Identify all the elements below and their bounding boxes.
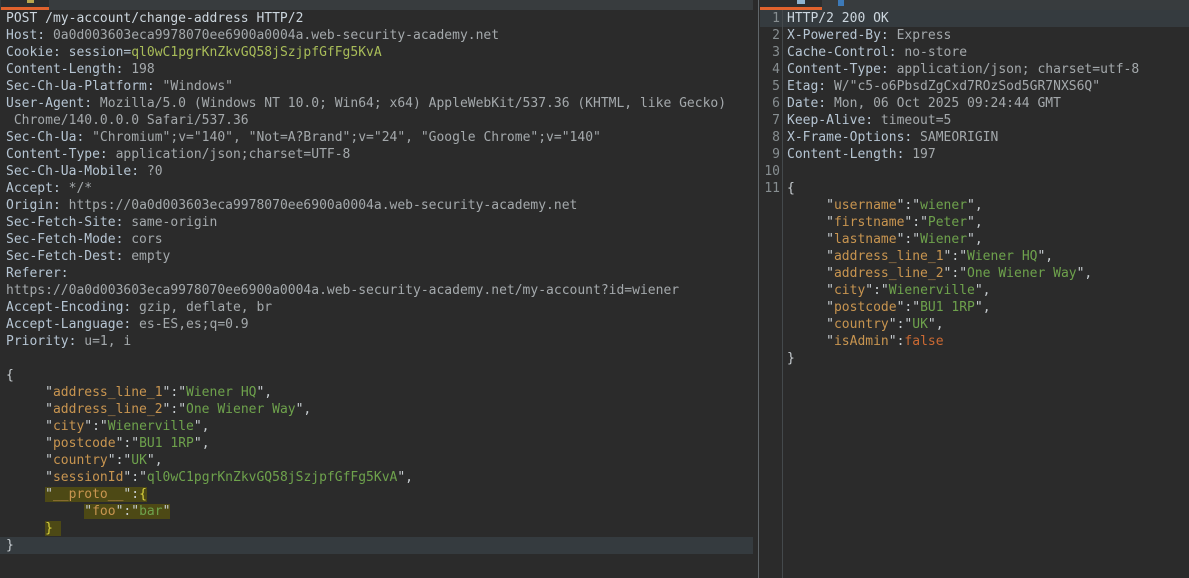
code-line[interactable]: "sessionId":"ql0wC1pgrKnZkvGQ58jSzjpfGfF…: [0, 469, 753, 486]
code-line[interactable]: Origin: https://0a0d003603eca9978070ee69…: [0, 197, 753, 214]
code-line[interactable]: "lastname":"Wiener",: [760, 231, 1189, 248]
code-line[interactable]: Accept-Encoding: gzip, deflate, br: [0, 299, 753, 316]
search-match-highlight: "foo":"bar": [84, 504, 171, 519]
code-line[interactable]: Chrome/140.0.0.0 Safari/537.36: [0, 112, 753, 129]
http-message-editor: POST /my-account/change-address HTTP/2 Ho…: [0, 0, 1189, 578]
code-line[interactable]: User-Agent: Mozilla/5.0 (Windows NT 10.0…: [0, 95, 753, 112]
code-line[interactable]: {: [0, 367, 753, 384]
code-line[interactable]: 5 Etag: W/"c5-o6PbsdZgCxd7ROzSod5GR7NXS6Q…: [760, 78, 1189, 95]
code-line[interactable]: "firstname":"Peter",: [760, 214, 1189, 231]
code-line[interactable]: Content-Type: application/json;charset=U…: [0, 146, 753, 163]
code-line[interactable]: "username":"wiener",: [760, 197, 1189, 214]
line-number: 1: [772, 11, 780, 26]
line-number: 10: [764, 164, 780, 179]
code-line[interactable]: }: [0, 520, 753, 537]
code-line[interactable]: "__proto__":{: [0, 486, 753, 503]
code-line[interactable]: Accept-Language: es-ES,es;q=0.9: [0, 316, 753, 333]
code-line[interactable]: "city":"Wienerville",: [760, 282, 1189, 299]
code-line[interactable]: 2 X-Powered-By: Express: [760, 27, 1189, 44]
code-line[interactable]: 3 Cache-Control: no-store: [760, 44, 1189, 61]
code-line[interactable]: "foo":"bar": [0, 503, 753, 520]
code-line[interactable]: Sec-Fetch-Site: same-origin: [0, 214, 753, 231]
code-line[interactable]: }: [760, 350, 1189, 367]
code-line[interactable]: Sec-Fetch-Mode: cors: [0, 231, 753, 248]
search-match-highlight: }: [45, 521, 61, 536]
code-line[interactable]: Accept: */*: [0, 180, 753, 197]
line-number: 2: [772, 28, 780, 43]
code-line[interactable]: 8 X-Frame-Options: SAMEORIGIN: [760, 129, 1189, 146]
code-line[interactable]: Sec-Ch-Ua-Platform: "Windows": [0, 78, 753, 95]
line-number: 8: [772, 130, 780, 145]
request-tab-label-fragment: [27, 0, 34, 3]
code-line[interactable]: "postcode":"BU1 1RP",: [760, 299, 1189, 316]
line-number: 3: [772, 45, 780, 60]
code-line[interactable]: [0, 350, 753, 367]
code-line[interactable]: 9 Content-Length: 197: [760, 146, 1189, 163]
code-line[interactable]: "isAdmin":false: [760, 333, 1189, 350]
line-number: 4: [772, 62, 780, 77]
tab-bar: [0, 0, 1189, 10]
request-tab[interactable]: [1, 0, 49, 10]
code-line[interactable]: "city":"Wienerville",: [0, 418, 753, 435]
search-match-highlight: "__proto__":{: [45, 487, 147, 502]
code-line[interactable]: "country":"UK",: [0, 452, 753, 469]
code-line[interactable]: Cookie: session=ql0wC1pgrKnZkvGQ58jSzjpf…: [0, 44, 753, 61]
code-line[interactable]: 6 Date: Mon, 06 Oct 2025 09:24:44 GMT: [760, 95, 1189, 112]
code-line[interactable]: "address_line_1":"Wiener HQ",: [0, 384, 753, 401]
line-number: 7: [772, 113, 780, 128]
code-line[interactable]: 1 HTTP/2 200 OK: [760, 10, 1189, 27]
line-number: 6: [772, 96, 780, 111]
code-line[interactable]: Content-Length: 198: [0, 61, 753, 78]
code-line[interactable]: Referer:: [0, 265, 753, 282]
code-line[interactable]: 4 Content-Type: application/json; charset…: [760, 61, 1189, 78]
line-number: 5: [772, 79, 780, 94]
code-line[interactable]: "country":"UK",: [760, 316, 1189, 333]
code-line[interactable]: }: [0, 537, 753, 554]
response-viewer[interactable]: 1 HTTP/2 200 OK 2 X-Powered-By: Express 3 Cac…: [760, 10, 1189, 578]
code-line[interactable]: Sec-Fetch-Dest: empty: [0, 248, 753, 265]
code-line[interactable]: "postcode":"BU1 1RP",: [0, 435, 753, 452]
tab-icon-fragment: [838, 0, 844, 6]
code-line[interactable]: Priority: u=1, i: [0, 333, 753, 350]
code-line[interactable]: https://0a0d003603eca9978070ee6900a0004a…: [0, 282, 753, 299]
panel-divider-line: [758, 0, 759, 578]
code-line[interactable]: "address_line_2":"One Wiener Way",: [760, 265, 1189, 282]
code-line[interactable]: POST /my-account/change-address HTTP/2: [0, 10, 753, 27]
code-line[interactable]: 10: [760, 163, 1189, 180]
line-number: 9: [772, 147, 780, 162]
response-tab-label-fragment: [797, 0, 805, 4]
code-line[interactable]: 11{: [760, 180, 1189, 197]
request-code: POST /my-account/change-address HTTP/2 Ho…: [0, 10, 753, 554]
code-line[interactable]: "address_line_2":"One Wiener Way",: [0, 401, 753, 418]
code-line[interactable]: "address_line_1":"Wiener HQ",: [760, 248, 1189, 265]
code-line[interactable]: Host: 0a0d003603eca9978070ee6900a0004a.w…: [0, 27, 753, 44]
code-line[interactable]: Sec-Ch-Ua: "Chromium";v="140", "Not=A?Br…: [0, 129, 753, 146]
gutter-divider-line: [782, 10, 783, 578]
code-line[interactable]: 7 Keep-Alive: timeout=5: [760, 112, 1189, 129]
code-line[interactable]: Sec-Ch-Ua-Mobile: ?0: [0, 163, 753, 180]
response-tab[interactable]: [760, 0, 822, 10]
request-editor[interactable]: POST /my-account/change-address HTTP/2 Ho…: [0, 10, 753, 578]
response-code: 1 HTTP/2 200 OK 2 X-Powered-By: Express 3 Cac…: [760, 10, 1189, 367]
line-number: 11: [764, 181, 780, 196]
